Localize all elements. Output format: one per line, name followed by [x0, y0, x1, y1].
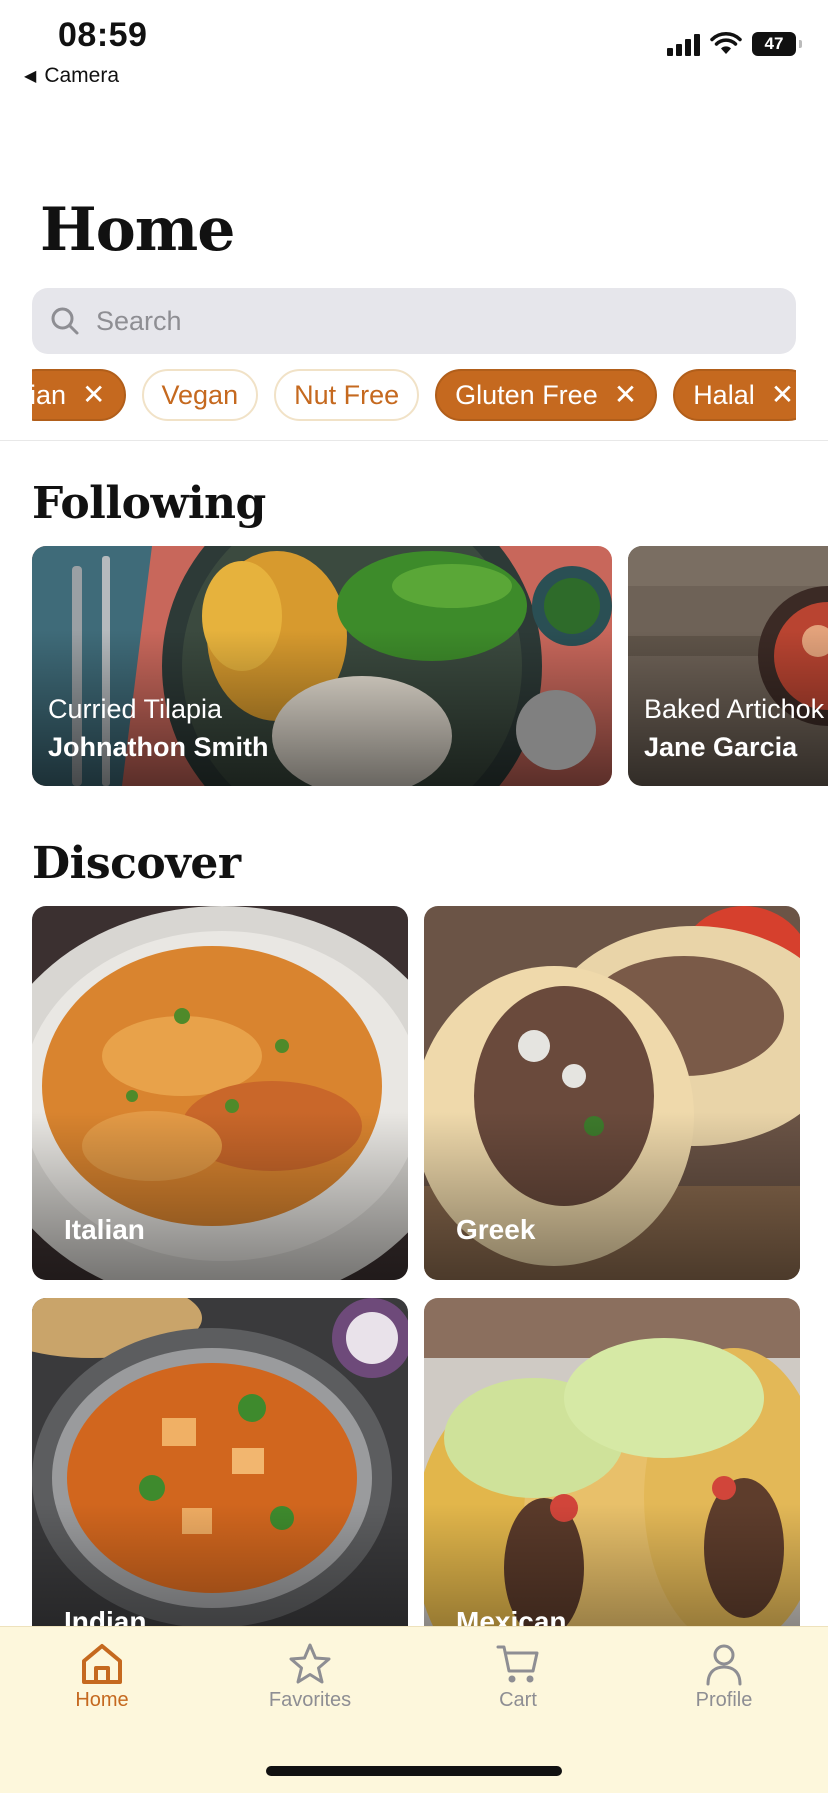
avatar[interactable] — [516, 690, 596, 770]
filter-chip-vegan[interactable]: Vegan — [141, 369, 259, 421]
cuisine-tile-greek[interactable]: Greek — [424, 906, 800, 1280]
tab-label: Cart — [499, 1689, 537, 1711]
chip-label: Halal — [693, 379, 755, 410]
tile-label: Mexican — [456, 1606, 567, 1626]
status-icons: 47 — [667, 32, 802, 56]
tile-label: Greek — [456, 1214, 536, 1245]
wifi-icon — [710, 32, 742, 54]
chip-label: Gluten Free — [455, 379, 598, 410]
tab-label: Profile — [695, 1689, 753, 1711]
following-card[interactable]: Curried Tilapia Johnathon Smith — [32, 546, 612, 786]
cuisine-tile-indian[interactable]: Indian — [32, 1298, 408, 1626]
filter-chip-nut-free[interactable]: Nut Free — [274, 369, 420, 421]
tile-label: Italian — [64, 1214, 145, 1245]
cuisine-tile-italian[interactable]: Italian — [32, 906, 408, 1280]
remove-filter-icon[interactable]: ✕ — [614, 381, 637, 409]
discover-grid: Italian Greek Indian Mexican — [32, 906, 800, 1626]
chip-label: Vegan — [161, 379, 239, 410]
author-name: Jane Garcia — [644, 732, 798, 762]
tab-cart[interactable]: Cart — [448, 1641, 588, 1712]
search-icon — [51, 307, 79, 335]
search-input[interactable] — [94, 304, 738, 338]
discover-heading: Discover — [32, 838, 241, 889]
chip-label: Nut Free — [294, 379, 400, 410]
chip-label: ian — [32, 379, 67, 410]
tile-shade — [424, 1298, 800, 1626]
home-icon — [82, 1644, 122, 1684]
tile-shade — [32, 1298, 408, 1626]
filter-chip-halal[interactable]: Halal ✕ — [673, 369, 796, 421]
tab-favorites[interactable]: Favorites — [240, 1641, 380, 1712]
following-carousel[interactable]: Curried Tilapia Johnathon Smith Baked Ar… — [32, 546, 828, 786]
back-app-label: Camera — [44, 64, 120, 87]
home-indicator — [266, 1766, 562, 1776]
dish-name: Baked Artichok — [644, 694, 825, 724]
back-to-camera-link[interactable]: ◀ Camera — [24, 64, 119, 88]
divider — [0, 440, 828, 441]
cellular-signal-icon — [667, 32, 700, 56]
tab-home[interactable]: Home — [32, 1641, 172, 1712]
dish-name: Curried Tilapia — [48, 694, 223, 724]
battery-icon: 47 — [752, 32, 802, 56]
author-name: Johnathon Smith — [48, 732, 269, 762]
filter-chip-vegetarian[interactable]: ian ✕ — [32, 369, 126, 421]
search-bar[interactable] — [32, 288, 796, 354]
status-bar: 08:59 ◀ Camera 47 — [0, 0, 828, 100]
tab-label: Favorites — [268, 1689, 352, 1711]
page-title: Home — [40, 195, 235, 265]
person-icon — [706, 1644, 742, 1686]
following-card[interactable]: Baked Artichok Jane Garcia — [628, 546, 828, 786]
filter-chips: ian ✕ Vegan Nut Free Gluten Free ✕ Halal… — [32, 369, 796, 425]
star-icon — [289, 1643, 331, 1684]
following-heading: Following — [32, 478, 266, 529]
remove-filter-icon[interactable]: ✕ — [82, 381, 105, 409]
cart-icon — [496, 1645, 539, 1683]
battery-level: 47 — [764, 34, 784, 53]
filter-chip-gluten-free[interactable]: Gluten Free ✕ — [435, 369, 658, 421]
status-time: 08:59 — [58, 16, 148, 54]
remove-filter-icon[interactable]: ✕ — [771, 381, 794, 409]
back-arrow-icon: ◀ — [24, 68, 37, 85]
cuisine-tile-mexican[interactable]: Mexican — [424, 1298, 800, 1626]
tab-profile[interactable]: Profile — [654, 1641, 794, 1712]
tile-label: Indian — [64, 1606, 147, 1626]
tab-label: Home — [75, 1689, 129, 1711]
